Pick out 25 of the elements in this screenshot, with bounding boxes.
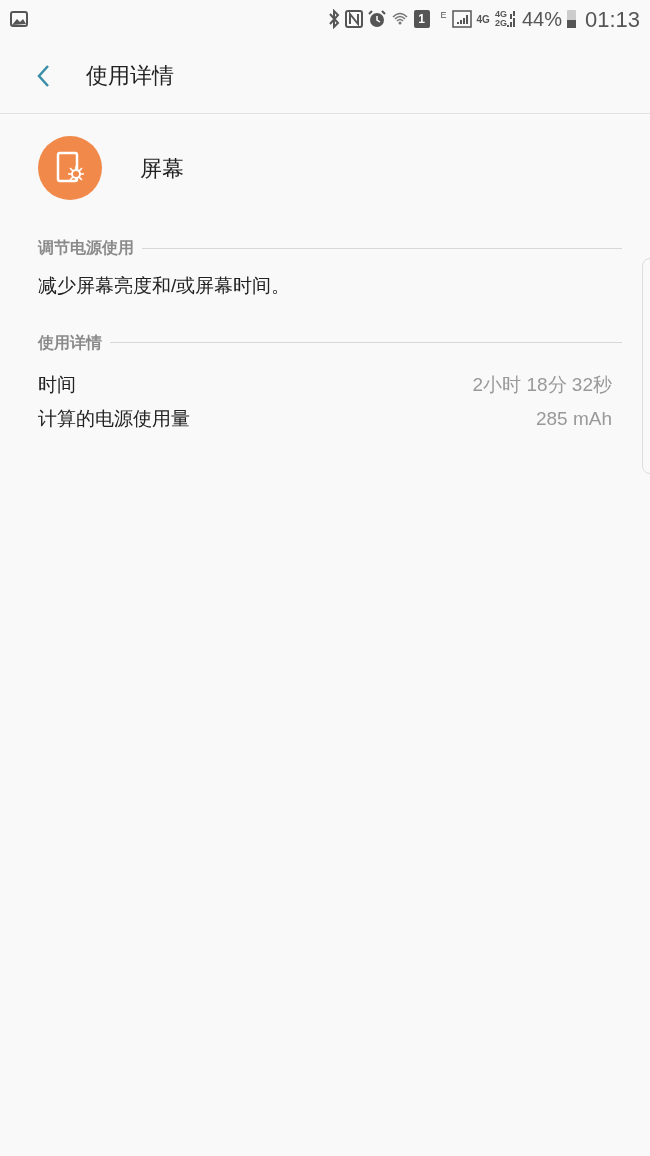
screen-brightness-icon (38, 136, 102, 200)
section-header: 使用详情 (38, 332, 102, 353)
back-icon[interactable] (36, 63, 50, 88)
row-value: 2小时 18分 32秒 (472, 372, 612, 397)
alarm-clock-icon (367, 10, 386, 28)
row-value: 285 mAh (535, 407, 612, 431)
section-header: 调节电源使用 (38, 238, 134, 258)
row-label: 时间 (38, 372, 76, 397)
description-text: 减少屏幕亮度和/或屏幕时间。 (38, 274, 291, 298)
row-label: 计算的电源使用量 (38, 407, 190, 431)
gallery-icon (10, 11, 28, 27)
network-type: 4G (494, 10, 507, 19)
signal-icon (451, 10, 472, 28)
nfc-icon (344, 10, 363, 28)
network-type: 2G (494, 19, 507, 28)
battery-icon (566, 10, 576, 28)
sim-card-icon: 1 (413, 10, 430, 28)
signal-icon (506, 11, 517, 27)
page-title: 使用详情 (86, 62, 174, 90)
clock-time: 01:13 (584, 5, 640, 34)
bluetooth-icon (327, 9, 340, 29)
network-type: 4G (476, 12, 490, 27)
network-type: E (440, 8, 447, 22)
battery-percent: 44% (521, 7, 562, 32)
app-name: 屏幕 (140, 154, 184, 183)
